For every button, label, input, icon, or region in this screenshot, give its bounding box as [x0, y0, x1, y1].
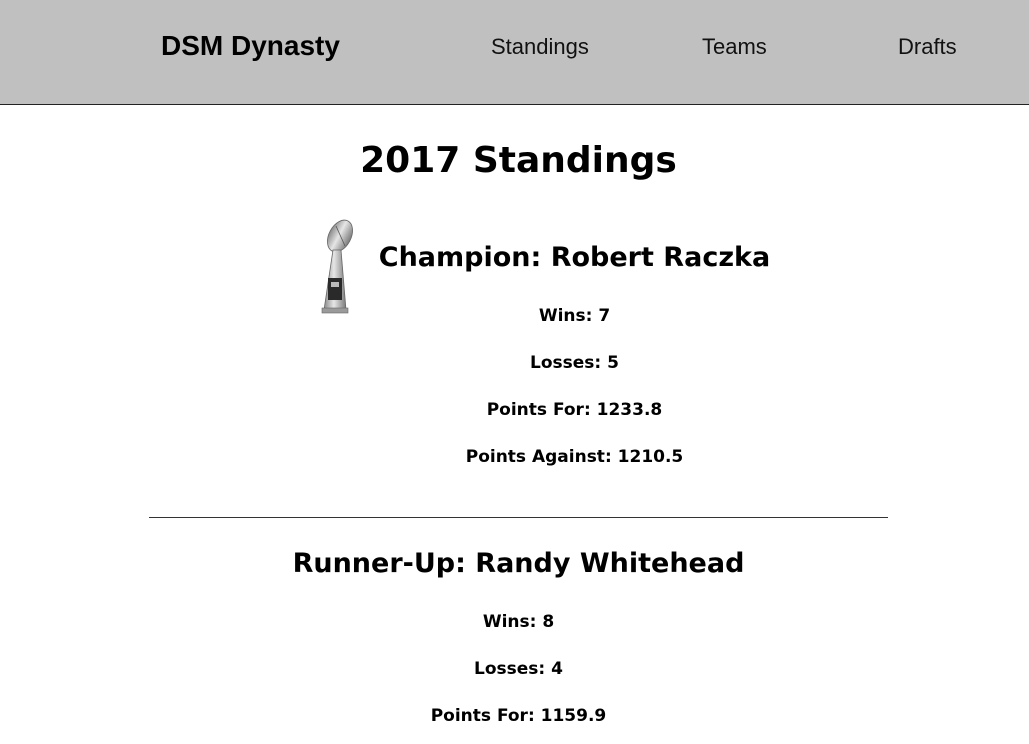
champion-points-for: Points For: 1233.8: [486, 400, 663, 420]
champion-heading: Champion: Robert Raczka: [378, 242, 771, 273]
champion-points-against: Points Against: 1210.5: [465, 447, 684, 467]
runner-up-wins: Wins: 8: [482, 612, 555, 632]
page-title: 2017 Standings: [360, 140, 677, 181]
champion-wins: Wins: 7: [538, 306, 611, 326]
runner-up-points-for: Points For: 1159.9: [430, 706, 607, 726]
champion-losses: Losses: 5: [530, 353, 619, 373]
section-divider: [149, 517, 888, 518]
top-navbar: DSM Dynasty Standings Teams Drafts: [0, 0, 1029, 105]
nav-link-teams[interactable]: Teams: [702, 34, 767, 60]
brand-logo-link[interactable]: DSM Dynasty: [161, 30, 340, 62]
runner-up-losses: Losses: 4: [474, 659, 563, 679]
nav-link-drafts[interactable]: Drafts: [898, 34, 957, 60]
runner-up-heading: Runner-Up: Randy Whitehead: [292, 548, 745, 579]
nav-link-standings[interactable]: Standings: [491, 34, 589, 60]
